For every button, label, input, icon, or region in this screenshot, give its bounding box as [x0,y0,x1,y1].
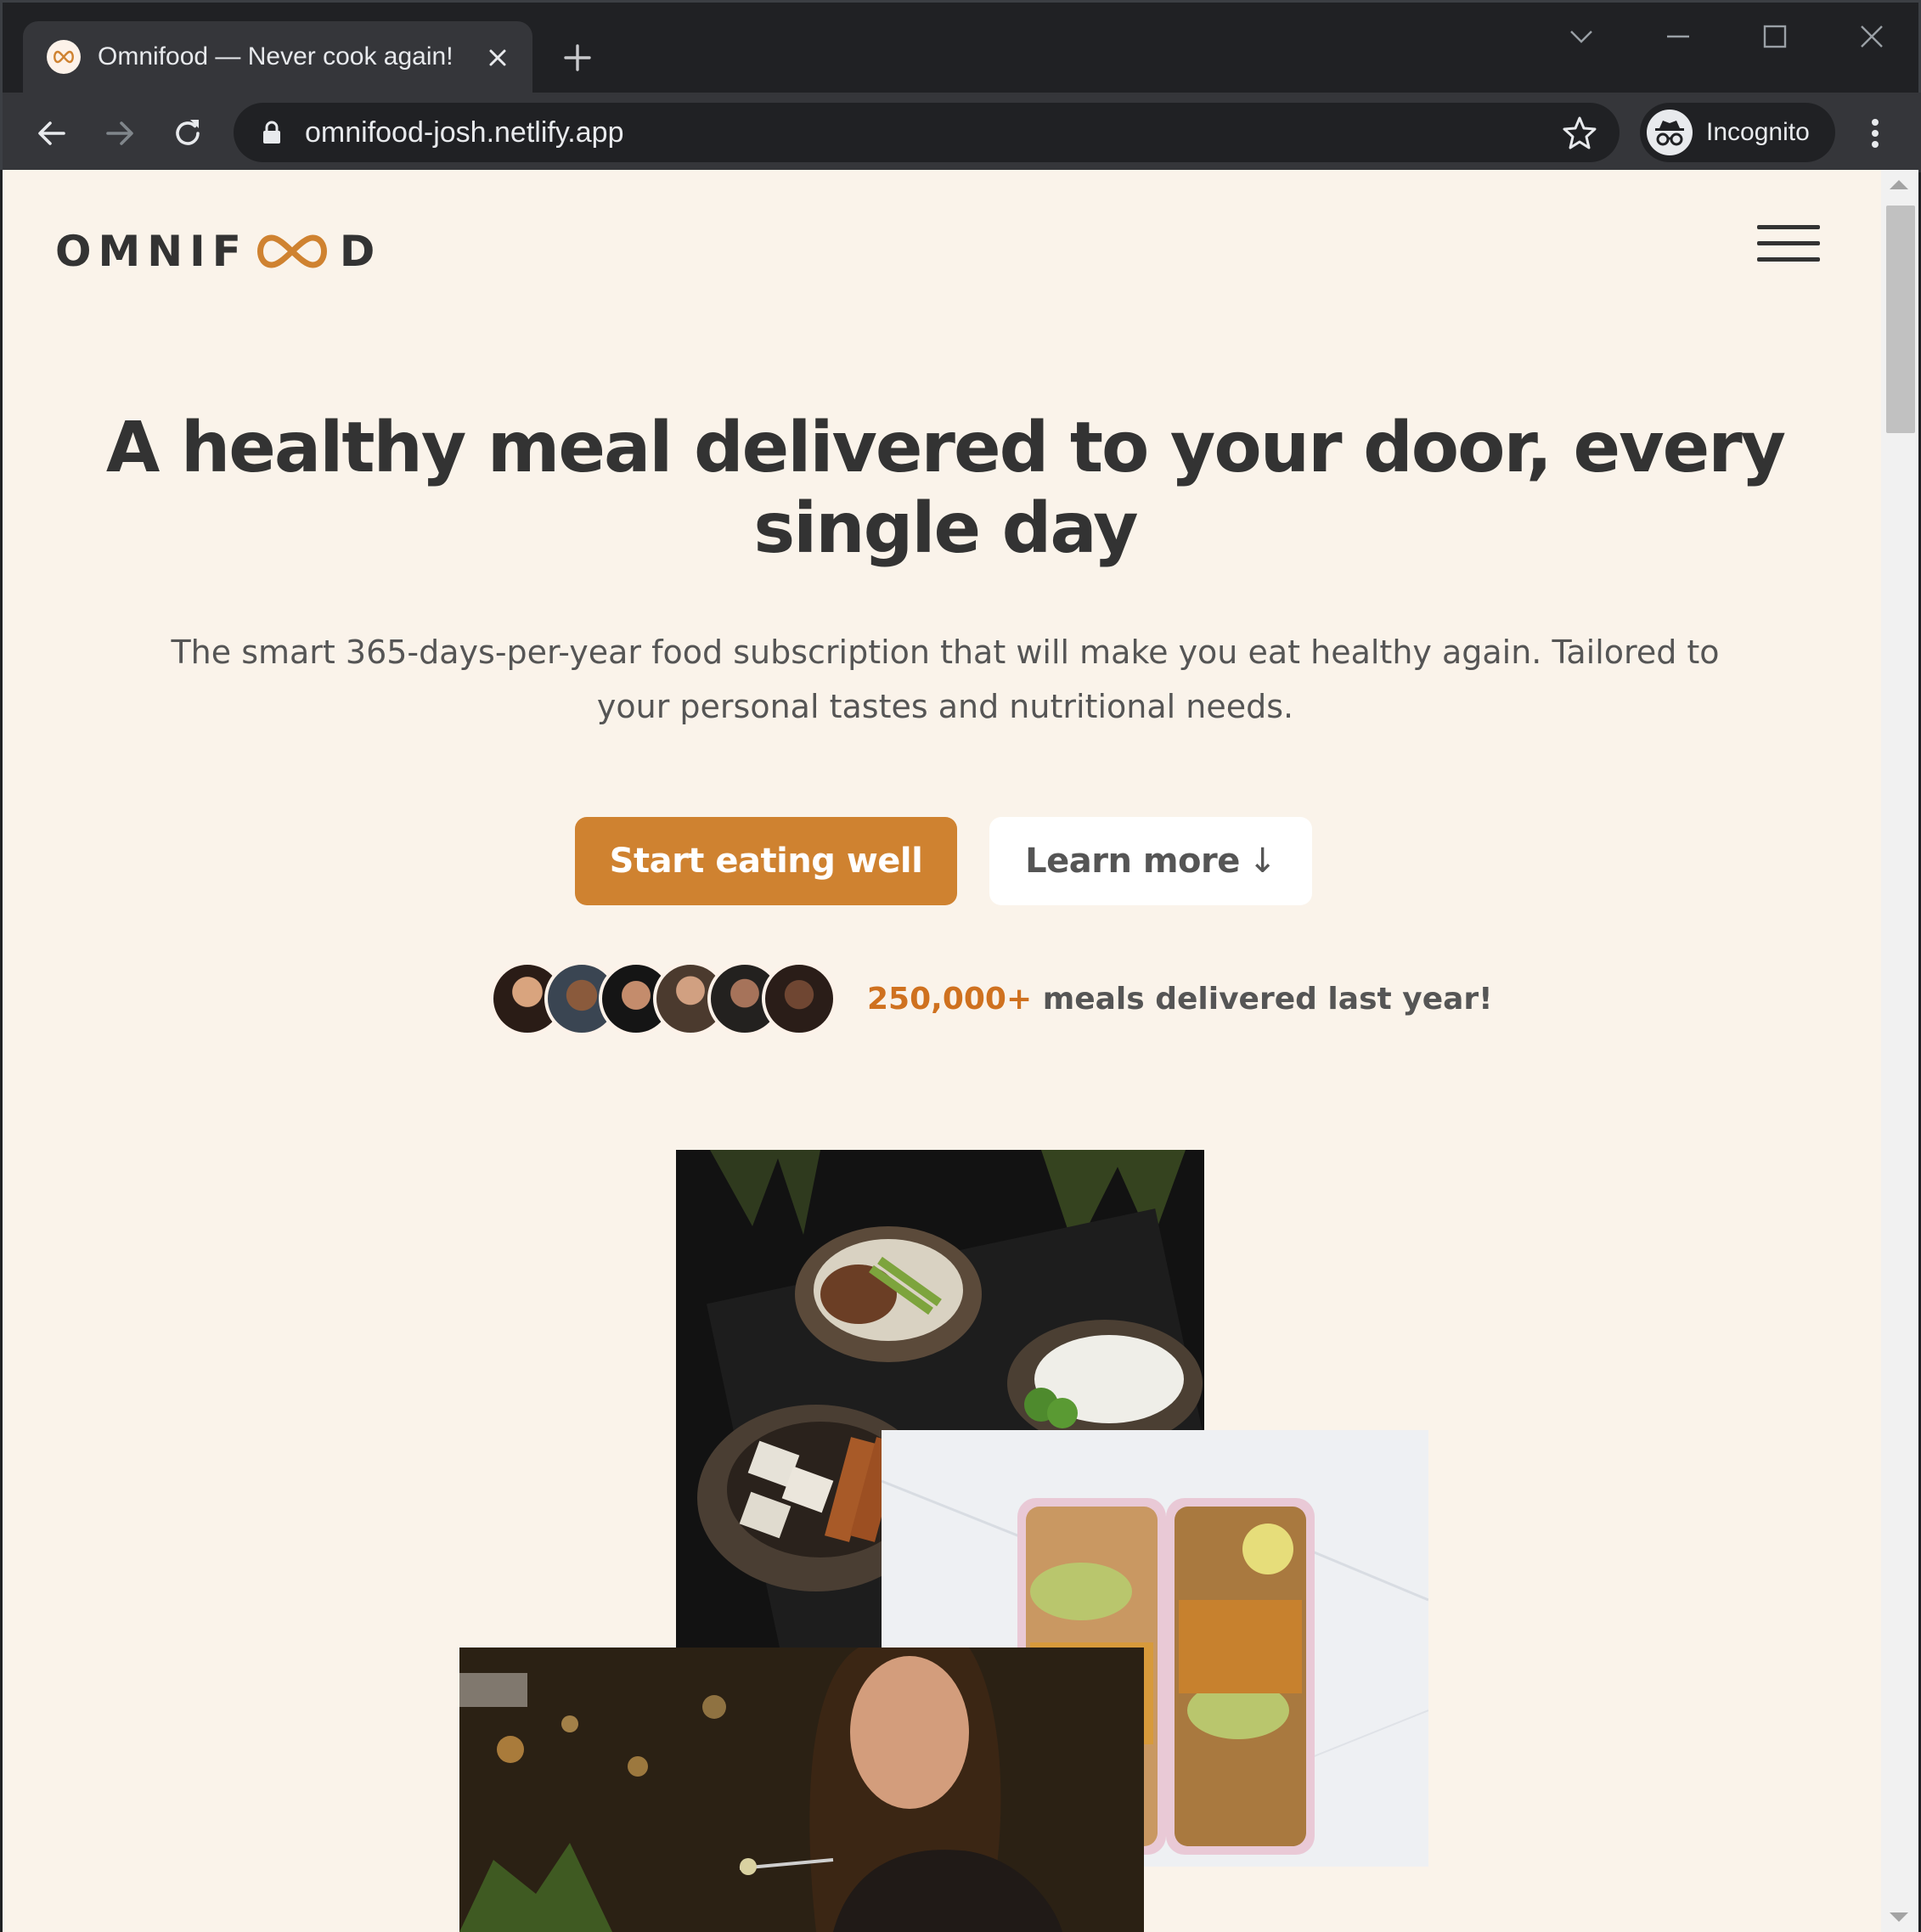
learn-more-label: Learn more [1025,842,1240,881]
avatar [762,961,837,1036]
learn-more-button[interactable]: Learn more ↓ [989,817,1312,905]
favicon-infinity-icon [47,40,81,74]
meals-delivered-label: meals delivered last year! [1042,982,1493,1017]
browser-toolbar: omnifood-josh.netlify.app Incognito [3,93,1921,172]
start-eating-well-label: Start eating well [609,842,923,881]
meals-delivered-text: 250,000+ meals delivered last year! [867,978,1493,1021]
hero-image-woman-eating [459,1648,1144,1932]
page-scrollbar[interactable] [1881,170,1918,1932]
hero-section: OMNIF D A healthy meal delivered to your… [3,170,1881,1932]
minimize-icon[interactable] [1648,11,1708,62]
meals-delivered-count: 250,000+ [867,982,1033,1017]
maximize-icon[interactable] [1745,11,1805,62]
incognito-indicator[interactable]: Incognito [1640,103,1835,162]
scroll-up-icon[interactable] [1890,180,1908,189]
lock-icon[interactable] [259,120,284,145]
close-icon[interactable] [482,42,514,74]
address-bar[interactable]: omnifood-josh.netlify.app [234,103,1620,162]
window-close-icon[interactable] [1842,11,1901,62]
chevron-down-icon[interactable] [1552,11,1611,62]
customer-avatars [490,961,847,1038]
plus-icon[interactable] [556,37,599,79]
tab-strip: Omnifood — Never cook again! [3,3,1921,93]
reload-icon[interactable] [164,110,211,157]
browser-chrome: Omnifood — Never cook again! omnifood-jo… [0,0,1921,172]
logo-infinity-icon [250,231,335,272]
back-arrow-icon[interactable] [28,110,76,157]
scroll-thumb[interactable] [1886,206,1915,433]
incognito-icon [1647,110,1693,155]
logo-text-right: D [339,227,382,276]
browser-tab[interactable]: Omnifood — Never cook again! [23,21,532,93]
omnifood-logo[interactable]: OMNIF D [55,226,381,277]
url-text[interactable]: omnifood-josh.netlify.app [305,114,623,151]
down-arrow-icon: ↓ [1248,842,1277,881]
star-icon[interactable] [1562,115,1597,150]
hero-description: The smart 365-days-per-year food subscri… [171,634,1720,725]
forward-arrow-icon[interactable] [96,110,144,157]
kebab-menu-icon[interactable] [1854,110,1896,157]
incognito-label: Incognito [1706,118,1810,146]
scroll-down-icon[interactable] [1890,1912,1908,1922]
hero-headline: A healthy meal delivered to your door, e… [105,408,1786,569]
hamburger-menu-icon[interactable] [1757,222,1820,265]
logo-text-left: OMNIF [55,227,248,276]
start-eating-well-button[interactable]: Start eating well [575,817,957,905]
tab-title: Omnifood — Never cook again! [98,42,453,70]
page-viewport: OMNIF D A healthy meal delivered to your… [3,170,1918,1932]
